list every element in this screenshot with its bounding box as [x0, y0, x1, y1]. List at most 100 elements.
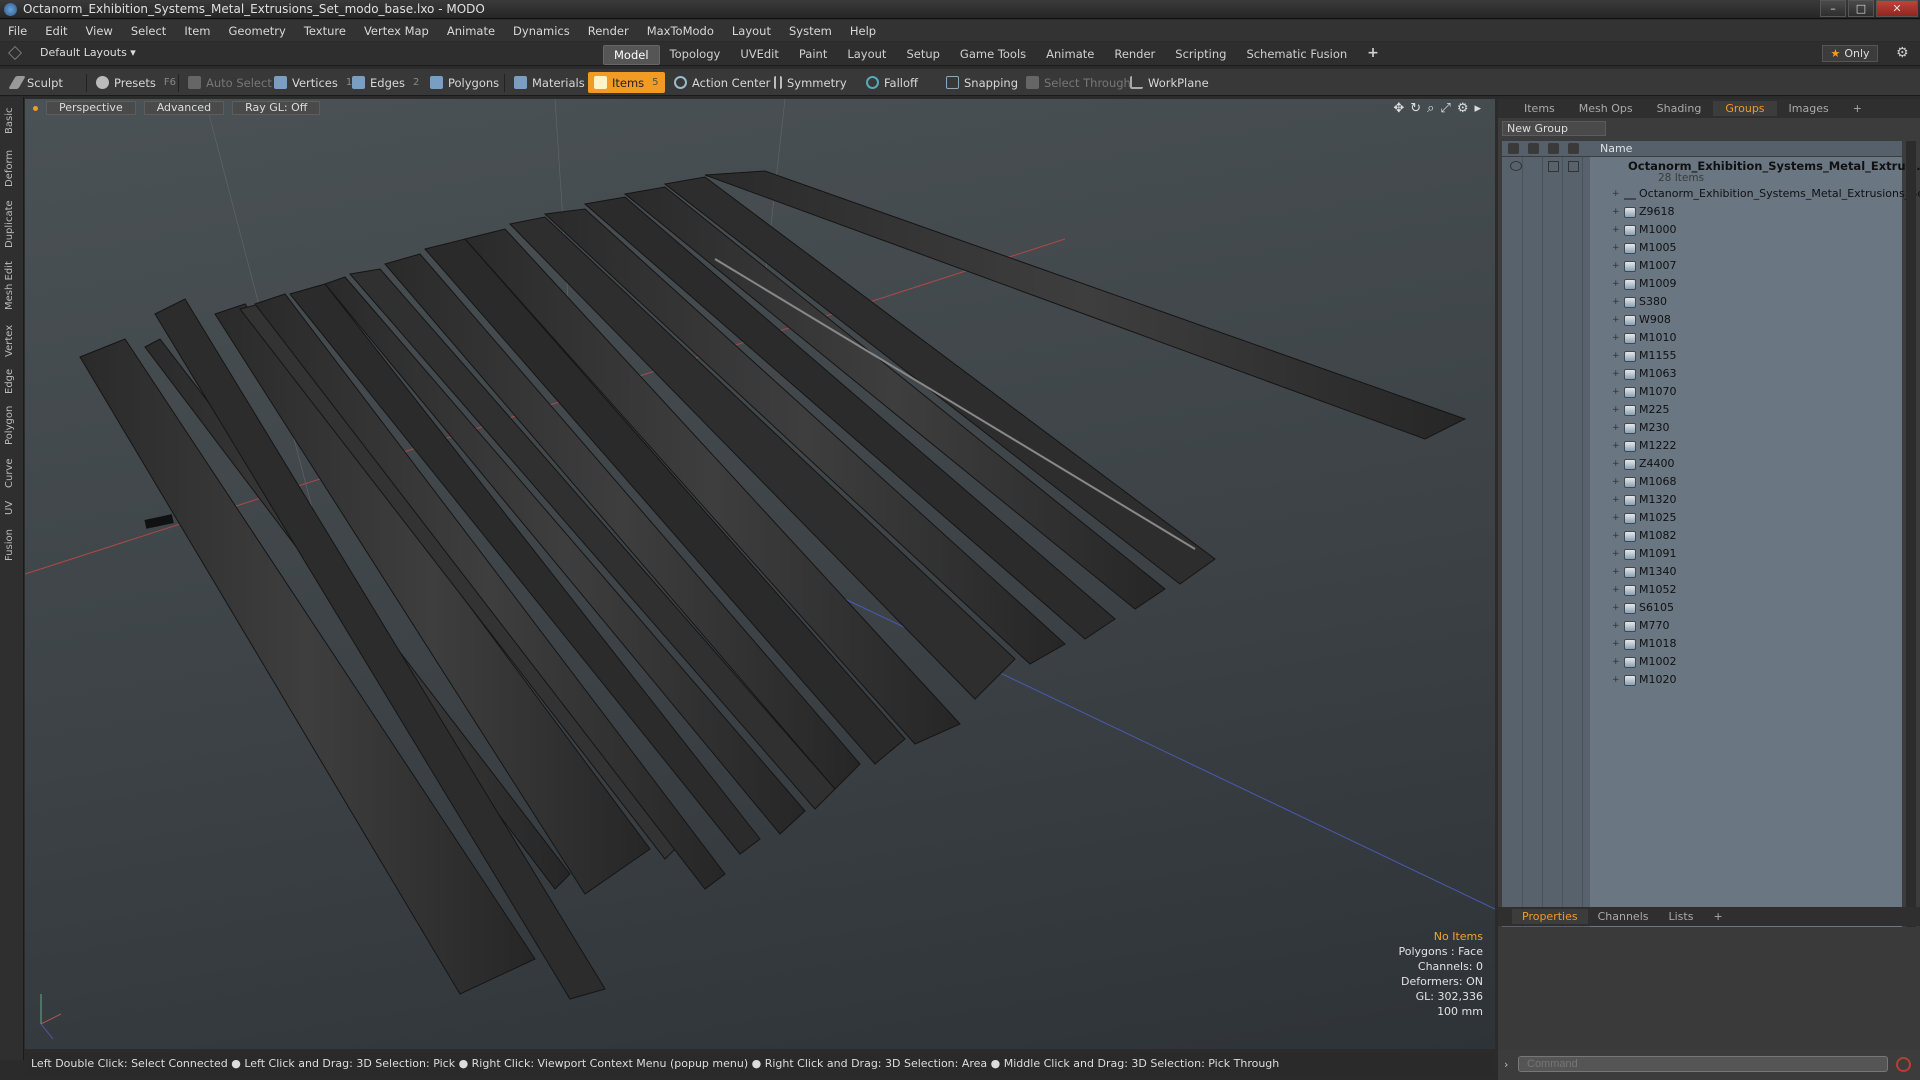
auto-select-button[interactable]: Auto Select: [182, 72, 278, 93]
new-group-button[interactable]: New Group: [1502, 121, 1606, 136]
list-item[interactable]: + M1000: [1612, 221, 1677, 239]
maximize-icon[interactable]: ⤢: [1440, 101, 1450, 116]
list-item[interactable]: + S380: [1612, 293, 1667, 311]
stop-icon[interactable]: [1896, 1057, 1911, 1072]
tab-paint[interactable]: Paint: [789, 45, 837, 65]
list-item[interactable]: + M1340: [1612, 563, 1677, 581]
expand-icon[interactable]: +: [1612, 635, 1620, 653]
layout-dropdown[interactable]: Default Layouts ▾: [7, 45, 136, 60]
tab-topology[interactable]: Topology: [660, 45, 731, 65]
expand-icon[interactable]: +: [1612, 599, 1620, 617]
menu-animate[interactable]: Animate: [447, 24, 495, 38]
expand-icon[interactable]: +: [1612, 347, 1620, 365]
workplane-button[interactable]: WorkPlane: [1124, 72, 1215, 93]
close-button[interactable]: ✕: [1876, 0, 1918, 17]
list-item[interactable]: + M1068: [1612, 473, 1677, 491]
expand-icon[interactable]: +: [1612, 203, 1620, 221]
list-item[interactable]: + M1222: [1612, 437, 1677, 455]
tab-polygon[interactable]: Polygon: [4, 401, 18, 449]
list-item[interactable]: + M1025: [1612, 509, 1677, 527]
add-tab-button[interactable]: +: [1357, 45, 1389, 65]
tab-shading[interactable]: Shading: [1645, 101, 1714, 116]
list-item[interactable]: + M1009: [1612, 275, 1677, 293]
command-arrow-icon[interactable]: ›: [1504, 1058, 1508, 1071]
list-item[interactable]: + W908: [1612, 311, 1671, 329]
list-item[interactable]: + M1020: [1612, 671, 1677, 689]
add-panel-tab-button[interactable]: +: [1841, 101, 1874, 116]
tab-items[interactable]: Items: [1512, 101, 1567, 116]
expand-icon[interactable]: +: [1612, 617, 1620, 635]
sculpt-button[interactable]: Sculpt: [6, 72, 69, 93]
tab-schematic-fusion[interactable]: Schematic Fusion: [1236, 45, 1357, 65]
menu-texture[interactable]: Texture: [304, 24, 346, 38]
menu-view[interactable]: View: [86, 24, 113, 38]
list-item[interactable]: + M1010: [1612, 329, 1677, 347]
expand-icon[interactable]: +: [1612, 671, 1620, 689]
list-item[interactable]: + M1007: [1612, 257, 1677, 275]
list-item[interactable]: + M1070: [1612, 383, 1677, 401]
menu-render[interactable]: Render: [588, 24, 629, 38]
symmetry-button[interactable]: Symmetry: [768, 72, 853, 93]
tab-model[interactable]: Model: [603, 45, 660, 65]
expand-icon[interactable]: +: [1612, 545, 1620, 563]
tab-render[interactable]: Render: [1104, 45, 1165, 65]
list-item[interactable]: + M1052: [1612, 581, 1677, 599]
expand-icon[interactable]: +: [1612, 329, 1620, 347]
vertices-button[interactable]: Vertices 1: [268, 72, 358, 93]
viewport-menu-dot[interactable]: [33, 105, 38, 111]
minimize-button[interactable]: –: [1820, 0, 1846, 17]
menu-vertex-map[interactable]: Vertex Map: [364, 24, 429, 38]
expand-icon[interactable]: +: [1612, 653, 1620, 671]
tab-setup[interactable]: Setup: [896, 45, 949, 65]
expand-arrow-icon[interactable]: ▸: [1474, 101, 1481, 116]
list-item[interactable]: + M1063: [1612, 365, 1677, 383]
tab-lists[interactable]: Lists: [1659, 909, 1704, 924]
menu-dynamics[interactable]: Dynamics: [513, 24, 570, 38]
tab-vertex[interactable]: Vertex: [4, 321, 18, 361]
shading-mode-button[interactable]: Advanced: [143, 101, 225, 115]
expand-icon[interactable]: +: [1612, 239, 1620, 257]
expand-icon[interactable]: +: [1612, 275, 1620, 293]
add-props-tab-button[interactable]: +: [1703, 909, 1732, 924]
list-item[interactable]: + M1005: [1612, 239, 1677, 257]
list-item[interactable]: + M1082: [1612, 527, 1677, 545]
tree-scrollbar[interactable]: [1906, 141, 1916, 957]
materials-button[interactable]: Materials: [508, 72, 591, 93]
expand-icon[interactable]: +: [1612, 437, 1620, 455]
tab-layout[interactable]: Layout: [837, 45, 896, 65]
tab-edge[interactable]: Edge: [4, 365, 18, 397]
expand-icon[interactable]: +: [1612, 581, 1620, 599]
expand-icon[interactable]: +: [1612, 563, 1620, 581]
tab-mesh-edit[interactable]: Mesh Edit: [4, 257, 18, 315]
list-item[interactable]: + S6105: [1612, 599, 1674, 617]
raygl-button[interactable]: Ray GL: Off: [232, 101, 321, 115]
tab-channels[interactable]: Channels: [1588, 909, 1659, 924]
expand-icon[interactable]: +: [1612, 383, 1620, 401]
expand-icon[interactable]: +: [1612, 455, 1620, 473]
tab-fusion[interactable]: Fusion: [4, 525, 18, 565]
expand-icon[interactable]: +: [1612, 311, 1620, 329]
menu-help[interactable]: Help: [850, 24, 876, 38]
expand-icon[interactable]: +: [1612, 491, 1620, 509]
group-root[interactable]: Octanorm_Exhibition_Systems_Metal_Extrus…: [1628, 159, 1920, 184]
tab-properties[interactable]: Properties: [1512, 909, 1588, 924]
menu-select[interactable]: Select: [131, 24, 166, 38]
list-item[interactable]: + M225: [1612, 401, 1670, 419]
rotate-icon[interactable]: ↻: [1410, 101, 1421, 116]
tab-basic[interactable]: Basic: [4, 103, 18, 139]
gear-icon[interactable]: ⚙: [1896, 46, 1910, 60]
presets-button[interactable]: Presets F6: [90, 72, 182, 93]
tab-uvedit[interactable]: UVEdit: [730, 45, 789, 65]
list-item[interactable]: + Z9618: [1612, 203, 1675, 221]
viewport-settings-icon[interactable]: ⚙: [1457, 101, 1469, 116]
list-item[interactable]: + M230: [1612, 419, 1670, 437]
pin-icon[interactable]: [7, 45, 23, 60]
list-item[interactable]: + M1320: [1612, 491, 1677, 509]
visibility-column-icon[interactable]: [1508, 143, 1519, 154]
only-button[interactable]: ★ Only: [1822, 45, 1878, 62]
list-item[interactable]: + M1018: [1612, 635, 1677, 653]
tab-groups[interactable]: Groups: [1713, 101, 1777, 116]
expand-icon[interactable]: +: [1612, 509, 1620, 527]
list-item[interactable]: + M1091: [1612, 545, 1677, 563]
action-center-button[interactable]: Action Center: [668, 72, 776, 93]
